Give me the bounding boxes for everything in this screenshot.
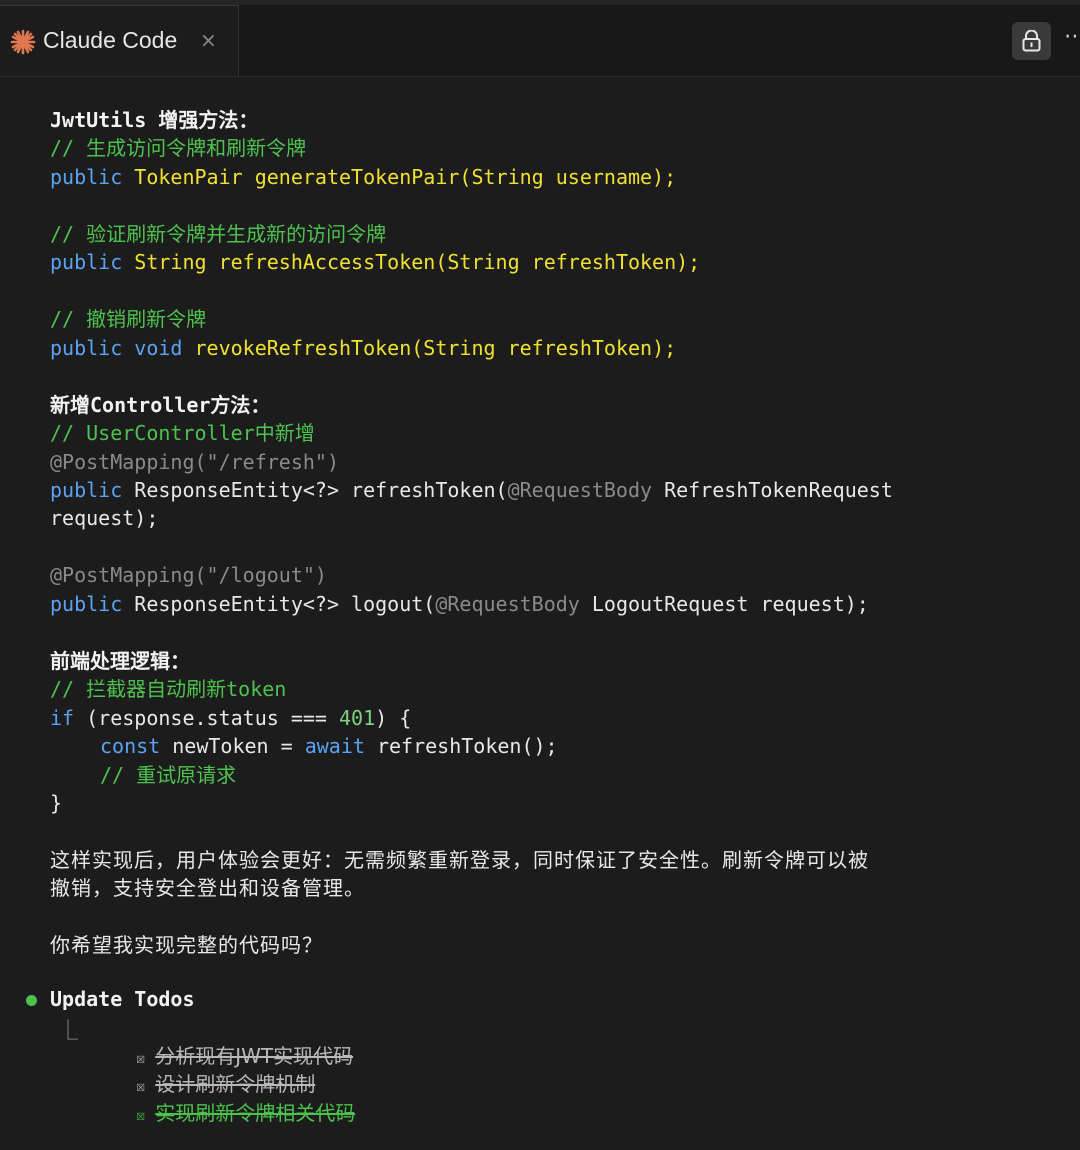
- lock-icon: [1022, 30, 1041, 52]
- todo-item: ☒ 实现刷新令牌相关代码: [88, 1073, 355, 1150]
- follow-up-question: 你希望我实现完整的代码吗？: [50, 933, 323, 957]
- assistant-message: JwtUtils 增强方法： // 生成访问令牌和刷新令牌 public Tok…: [0, 76, 1080, 1125]
- tab-bar: Claude Code × ⋯: [0, 0, 1080, 77]
- code-line: public TokenPair generateTokenPair(Strin…: [50, 163, 676, 191]
- code-text: RefreshTokenRequest: [652, 478, 893, 502]
- code-comment: // 生成访问令牌和刷新令牌: [50, 136, 307, 160]
- code-annotation: @PostMapping("/logout"): [50, 563, 327, 587]
- code-keyword: public: [50, 592, 123, 616]
- code-line: if (response.status === 401) {: [50, 704, 411, 732]
- code-keyword: public: [50, 250, 123, 274]
- code-text: LogoutRequest request);: [579, 592, 869, 616]
- code-text: ResponseEntity<?> refreshToken(: [122, 478, 508, 502]
- code-signature: revokeRefreshToken(String refreshToken);: [194, 336, 677, 360]
- code-keyword: await: [304, 734, 365, 758]
- code-line: public void revokeRefreshToken(String re…: [50, 334, 676, 362]
- code-signature: TokenPair generateTokenPair(String usern…: [134, 165, 677, 189]
- controller-heading: 新增Controller方法：: [50, 393, 271, 417]
- code-keyword: public: [50, 165, 123, 189]
- tab-claude-code[interactable]: Claude Code ×: [0, 5, 239, 76]
- code-text: ) {: [375, 706, 412, 730]
- code-text: (response.status ===: [74, 706, 339, 730]
- code-keyword: void: [134, 336, 183, 360]
- code-line: public ResponseEntity<?> refreshToken(@R…: [50, 476, 893, 504]
- code-comment: // 重试原请求: [100, 763, 237, 787]
- jwtutils-heading: JwtUtils 增强方法：: [50, 108, 259, 132]
- code-text: newToken =: [160, 734, 305, 758]
- code-line: public String refreshAccessToken(String …: [50, 248, 700, 276]
- code-keyword: public: [50, 336, 123, 360]
- code-line: }: [50, 791, 63, 815]
- summary-text: 撤销，支持安全登出和设备管理。: [50, 876, 365, 900]
- todo-label: 实现刷新令牌相关代码: [155, 1101, 356, 1125]
- code-comment: // 验证刷新令牌并生成新的访问令牌: [50, 222, 387, 246]
- code-comment: // 拦截器自动刷新token: [50, 677, 287, 701]
- code-comment: // 撤销刷新令牌: [50, 307, 207, 331]
- code-annotation: @RequestBody: [507, 478, 653, 502]
- code-line: request);: [50, 506, 159, 530]
- lock-button[interactable]: [1012, 22, 1051, 60]
- frontend-heading: 前端处理逻辑：: [50, 649, 190, 673]
- tree-branch-icon: ⎿: [58, 1018, 78, 1042]
- code-text: ResponseEntity<?> logout(: [122, 592, 436, 616]
- code-comment: // UserController中新增: [50, 421, 315, 445]
- code-line: const newToken = await refreshToken();: [100, 732, 558, 760]
- code-keyword: if: [50, 706, 75, 730]
- status-dot-icon: [26, 995, 37, 1006]
- checkbox-checked-icon: ☒: [136, 1106, 146, 1124]
- code-text: refreshToken();: [364, 734, 558, 758]
- tab-title: Claude Code: [43, 27, 178, 53]
- code-keyword: public: [50, 478, 123, 502]
- code-annotation: @PostMapping("/refresh"): [50, 450, 339, 474]
- todos-title: Update Todos: [50, 987, 195, 1011]
- tab-close-button[interactable]: ×: [200, 28, 217, 52]
- code-keyword: const: [100, 734, 161, 758]
- code-line: public ResponseEntity<?> logout(@Request…: [50, 590, 869, 618]
- summary-text: 这样实现后，用户体验会更好：无需频繁重新登录，同时保证了安全性。刷新令牌可以被: [50, 848, 869, 872]
- code-number: 401: [339, 706, 376, 730]
- more-options-button[interactable]: ⋯: [1064, 24, 1080, 49]
- code-signature: String refreshAccessToken(String refresh…: [134, 250, 701, 274]
- code-annotation: @RequestBody: [435, 592, 580, 616]
- claude-logo-icon: [10, 29, 36, 55]
